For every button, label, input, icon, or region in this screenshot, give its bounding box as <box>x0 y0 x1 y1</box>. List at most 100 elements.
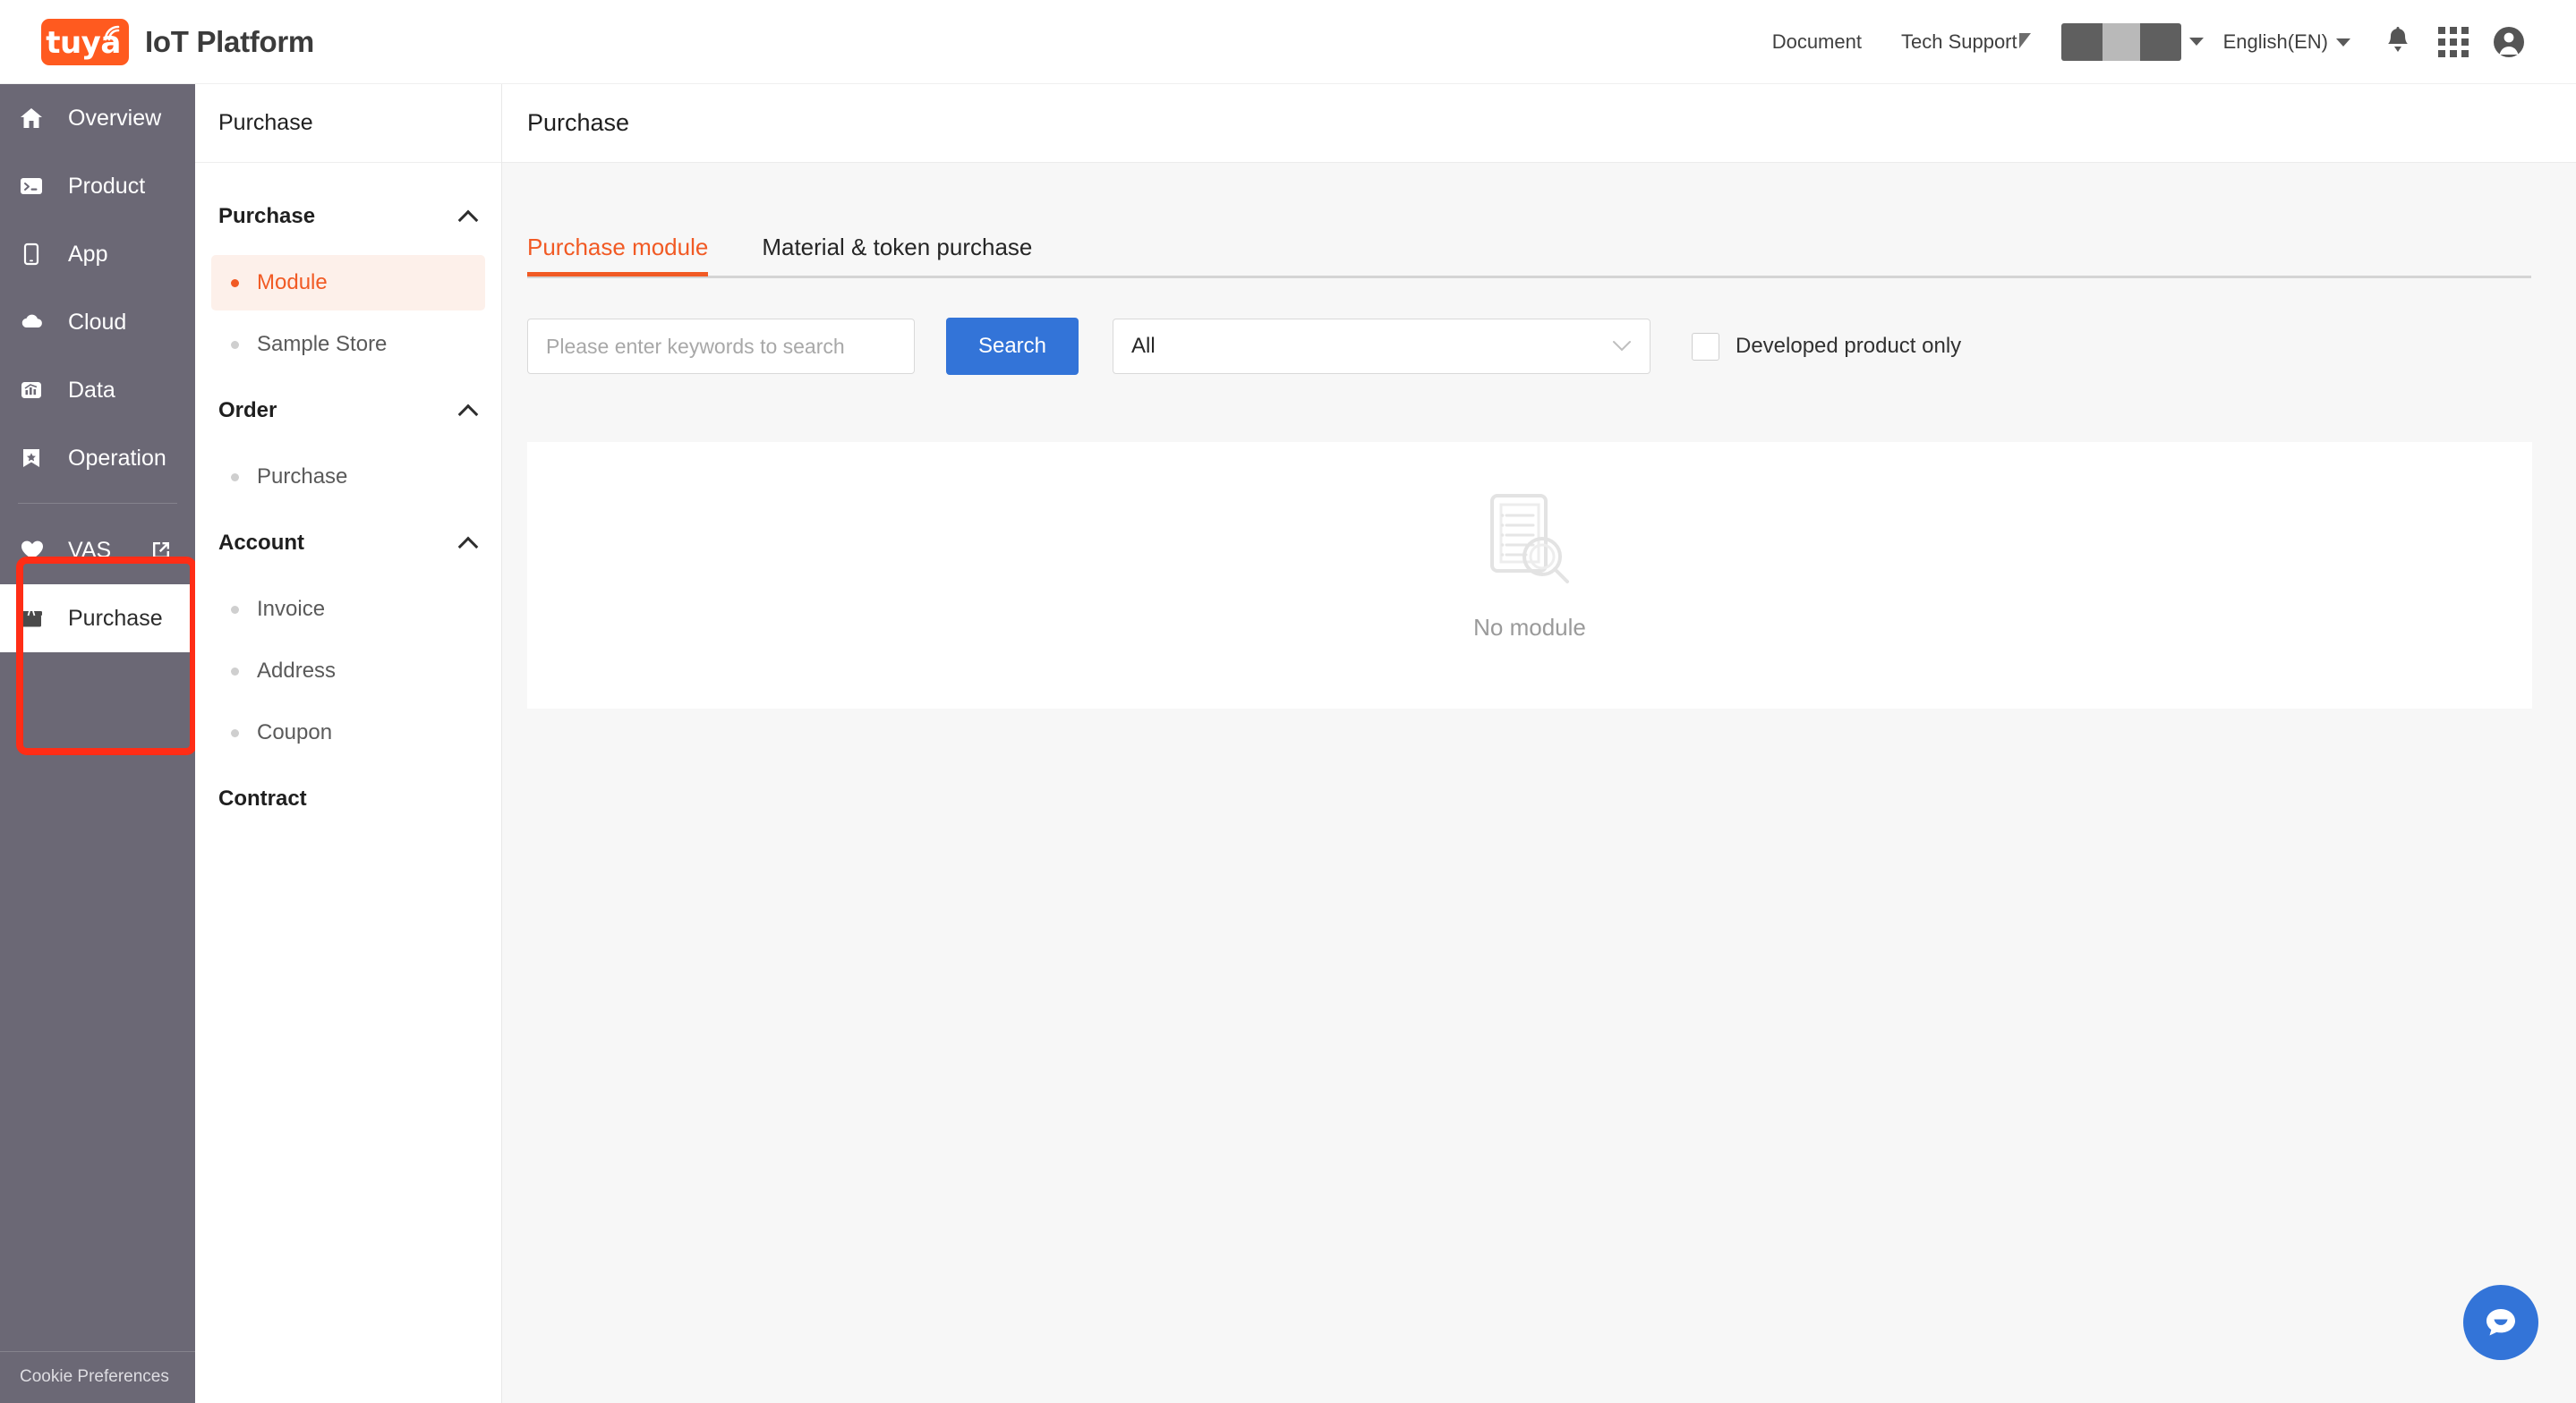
bookmark-star-icon <box>20 446 55 470</box>
sidebar-item-cloud[interactable]: Cloud <box>0 288 195 356</box>
subnav-item-label-module: Module <box>257 270 328 294</box>
external-link-icon[interactable] <box>150 540 172 561</box>
package-box-icon <box>20 608 55 629</box>
header-actions: Document Tech Support English(EN) <box>1753 14 2537 70</box>
bullet-icon <box>231 667 239 676</box>
subnav-item-coupon[interactable]: Coupon <box>211 705 485 761</box>
main-content-area: Purchase Purchase module Material & toke… <box>502 84 2576 1403</box>
subnav-item-label-coupon: Coupon <box>257 720 333 744</box>
sidebar-item-purchase[interactable]: Purchase <box>0 584 195 652</box>
cookie-preferences-link[interactable]: Cookie Preferences <box>0 1352 195 1403</box>
subnav-group-label-contract: Contract <box>218 787 307 811</box>
cookie-preferences-area: Cookie Preferences <box>0 1351 195 1403</box>
page-title: Purchase <box>527 109 630 136</box>
document-search-empty-icon <box>1490 493 1569 583</box>
module-results-card: No module <box>527 442 2532 709</box>
user-account-icon-svg <box>2494 26 2524 57</box>
chevron-up-icon <box>460 534 478 552</box>
brand-logo[interactable]: tuya IoT Platform <box>41 18 314 65</box>
sidebar-label-cloud: Cloud <box>68 309 127 335</box>
bullet-icon <box>231 278 239 287</box>
chat-support-button[interactable] <box>2463 1285 2538 1360</box>
category-filter-select[interactable]: All <box>1113 319 1651 374</box>
subnav-title: Purchase <box>195 84 501 163</box>
grid-dots <box>2438 26 2469 57</box>
platform-title: IoT Platform <box>145 24 314 58</box>
sidebar-label-vas: VAS <box>68 537 112 563</box>
support-flag-icon <box>2018 32 2031 48</box>
heart-icon <box>20 539 55 562</box>
language-chevron-down-icon <box>2336 38 2350 47</box>
chart-icon <box>20 378 55 402</box>
developed-product-only-checkbox[interactable]: Developed product only <box>1692 332 1961 361</box>
language-selector[interactable]: English(EN) <box>2204 30 2370 54</box>
bullet-icon <box>231 340 239 349</box>
sidebar-item-vas[interactable]: VAS <box>0 516 195 584</box>
chat-bubble-icon <box>2486 1309 2515 1336</box>
subnav-item-label-address: Address <box>257 659 337 683</box>
sidebar-label-overview: Overview <box>68 105 162 131</box>
subnav-item-label-invoice: Invoice <box>257 597 326 621</box>
subnav-item-order-purchase[interactable]: Purchase <box>211 449 485 505</box>
subnav-group-label-purchase: Purchase <box>218 204 316 228</box>
filter-toolbar: Search All Developed product only <box>527 318 2576 375</box>
sidebar-label-purchase: Purchase <box>68 605 163 631</box>
tab-material-token-purchase[interactable]: Material & token purchase <box>762 234 1032 276</box>
sidebar-label-app: App <box>68 241 108 267</box>
bullet-icon <box>231 605 239 614</box>
primary-sidebar: Overview Product App Cloud Data Operatio… <box>0 84 197 1403</box>
subnav-item-address[interactable]: Address <box>211 643 485 699</box>
tabs-container: Purchase module Material & token purchas… <box>527 220 2531 278</box>
page-header: Purchase <box>502 84 2576 163</box>
sidebar-item-overview[interactable]: Overview <box>0 84 195 152</box>
user-account-icon[interactable] <box>2481 14 2537 70</box>
cloud-icon <box>20 310 55 334</box>
category-filter-value: All <box>1131 334 1156 358</box>
tech-support-label: Tech Support <box>1900 30 2017 53</box>
tab-purchase-module[interactable]: Purchase module <box>527 234 709 276</box>
subnav-group-contract[interactable]: Contract <box>195 767 501 831</box>
chevron-up-icon <box>460 402 478 420</box>
checkbox-box <box>1692 332 1719 361</box>
search-button[interactable]: Search <box>946 318 1079 375</box>
subnav-groups: Purchase Module Sample Store Order Purch… <box>195 163 501 831</box>
sidebar-label-product: Product <box>68 173 146 199</box>
subnav-item-label-sample-store: Sample Store <box>257 332 388 356</box>
account-name-redacted[interactable] <box>2060 22 2181 61</box>
sidebar-divider <box>18 503 177 504</box>
chevron-up-icon <box>460 208 478 225</box>
subnav-group-label-order: Order <box>218 398 277 422</box>
sidebar-item-product[interactable]: Product <box>0 152 195 220</box>
subnav-item-module[interactable]: Module <box>211 255 485 310</box>
subnav-group-purchase[interactable]: Purchase <box>195 184 501 249</box>
bell-icon-svg <box>2388 26 2408 52</box>
sidebar-label-operation: Operation <box>68 445 166 471</box>
subnav-item-label-order-purchase: Purchase <box>257 464 348 489</box>
sidebar-item-data[interactable]: Data <box>0 356 195 424</box>
home-icon <box>20 106 55 130</box>
sidebar-item-operation[interactable]: Operation <box>0 424 195 492</box>
sidebar-item-app[interactable]: App <box>0 220 195 288</box>
apps-grid-icon[interactable] <box>2426 14 2481 70</box>
tab-underline-rule <box>527 276 2531 278</box>
tab-list: Purchase module Material & token purchas… <box>527 220 2531 276</box>
subnav-item-sample-store[interactable]: Sample Store <box>211 317 485 372</box>
subnav-item-invoice[interactable]: Invoice <box>211 582 485 637</box>
empty-state: No module <box>527 433 2532 700</box>
language-label: English(EN) <box>2222 30 2328 53</box>
tuya-logo-badge: tuya <box>41 18 129 65</box>
document-link[interactable]: Document <box>1753 30 1881 54</box>
tech-support-link[interactable]: Tech Support <box>1881 30 2051 54</box>
mobile-icon <box>20 242 55 266</box>
notification-bell-icon[interactable] <box>2370 14 2426 70</box>
search-input[interactable] <box>527 319 915 374</box>
bullet-icon <box>231 472 239 481</box>
subnav-group-account[interactable]: Account <box>195 511 501 575</box>
subnav-group-label-account: Account <box>218 531 304 555</box>
wifi-wave-icon <box>104 25 120 40</box>
terminal-icon <box>20 174 55 198</box>
subnav-group-order[interactable]: Order <box>195 378 501 443</box>
chevron-down-icon <box>1612 334 1632 359</box>
top-header-bar: tuya IoT Platform Document Tech Support … <box>0 0 2576 84</box>
account-chevron-down-icon[interactable] <box>2188 38 2204 46</box>
